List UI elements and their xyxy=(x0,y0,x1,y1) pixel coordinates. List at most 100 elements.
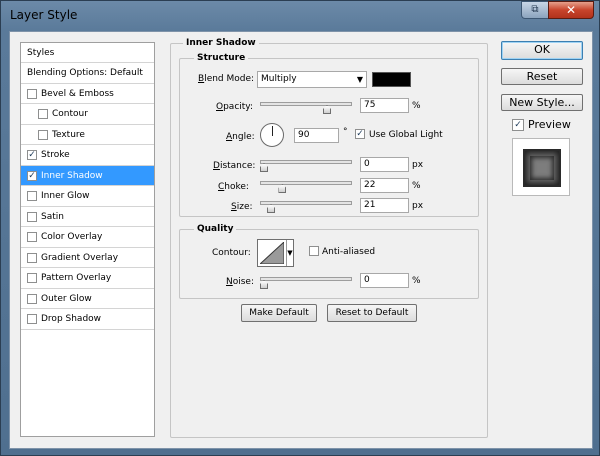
style-item-blending-options-default[interactable]: Blending Options: Default xyxy=(21,63,154,84)
title-bar[interactable]: Layer Style ⧉ ✕ xyxy=(1,1,599,31)
size-unit: px xyxy=(412,201,424,211)
choke-slider-thumb[interactable] xyxy=(278,184,287,193)
ok-button[interactable]: OK xyxy=(501,41,583,60)
chevron-down-icon: ▼ xyxy=(286,240,293,266)
style-item-contour[interactable]: Contour xyxy=(21,104,154,125)
preview-swatch xyxy=(523,149,561,187)
style-item-label: Contour xyxy=(52,109,88,119)
style-item-satin[interactable]: Satin xyxy=(21,207,154,227)
blend-mode-select[interactable]: Multiply ▼ xyxy=(257,71,367,88)
anti-aliased-checkbox[interactable] xyxy=(309,246,319,256)
angle-unit: ° xyxy=(343,127,348,137)
style-item-bevel-emboss[interactable]: Bevel & Emboss xyxy=(21,84,154,104)
structure-group: Structure Blend Mode: Multiply ▼ Opacity… xyxy=(179,53,479,217)
distance-label: Distance: xyxy=(213,161,256,171)
size-input[interactable]: 21 xyxy=(360,198,409,213)
distance-unit: px xyxy=(412,160,424,170)
style-checkbox[interactable]: ✓ xyxy=(27,150,37,160)
structure-title: Structure xyxy=(194,53,249,63)
style-checkbox[interactable] xyxy=(27,191,37,201)
noise-slider[interactable] xyxy=(260,277,352,281)
style-item-label: Texture xyxy=(52,129,85,140)
opacity-slider[interactable] xyxy=(260,102,352,106)
angle-label: Angle: xyxy=(226,132,255,142)
style-item-label: Inner Glow xyxy=(41,191,90,201)
shadow-color-swatch[interactable] xyxy=(372,72,411,87)
size-slider[interactable] xyxy=(260,201,352,205)
close-button[interactable]: ✕ xyxy=(548,1,594,19)
size-slider-thumb[interactable] xyxy=(267,204,276,213)
style-checkbox[interactable] xyxy=(27,314,37,324)
style-checkbox[interactable] xyxy=(27,273,37,283)
choke-input[interactable]: 22 xyxy=(360,178,409,193)
opacity-input[interactable]: 75 xyxy=(360,98,409,113)
layer-style-dialog: Layer Style ⧉ ✕ Styles Blending Options:… xyxy=(0,0,600,456)
style-item-inner-shadow[interactable]: ✓ Inner Shadow xyxy=(21,165,154,186)
style-checkbox[interactable] xyxy=(38,129,48,140)
style-checkbox[interactable] xyxy=(27,88,37,99)
opacity-label: Opacity: xyxy=(216,102,254,112)
style-item-label: Inner Shadow xyxy=(41,170,103,181)
close-icon: ✕ xyxy=(565,3,577,17)
style-item-label: Drop Shadow xyxy=(41,314,102,324)
style-item-label: Color Overlay xyxy=(41,232,103,242)
style-checkbox[interactable] xyxy=(27,232,37,242)
choke-unit: % xyxy=(412,181,421,191)
noise-input[interactable]: 0 xyxy=(360,273,409,288)
style-item-stroke[interactable]: ✓ Stroke xyxy=(21,145,154,166)
style-item-label: Stroke xyxy=(41,150,70,160)
style-item-label: Satin xyxy=(41,211,64,222)
inner-shadow-group: Inner Shadow Structure Blend Mode: Multi… xyxy=(170,38,488,438)
styles-header[interactable]: Styles xyxy=(21,43,154,63)
choke-slider[interactable] xyxy=(260,181,352,185)
new-style-button[interactable]: New Style... xyxy=(501,94,583,111)
noise-label: Noise: xyxy=(226,277,254,287)
opacity-unit: % xyxy=(412,101,421,111)
contour-label: Contour: xyxy=(212,248,251,258)
help-button[interactable]: ⧉ xyxy=(521,1,549,19)
style-preview xyxy=(512,138,570,196)
style-item-label: Outer Glow xyxy=(41,293,92,304)
style-item-gradient-overlay[interactable]: Gradient Overlay xyxy=(21,248,154,268)
blend-mode-label: Blend Mode: xyxy=(198,74,255,84)
dialog-body: Styles Blending Options: Default Bevel & … xyxy=(9,31,593,449)
chevron-down-icon: ▼ xyxy=(356,75,363,84)
use-global-light-label: Use Global Light xyxy=(369,130,443,140)
style-item-texture[interactable]: Texture xyxy=(21,125,154,145)
reset-button[interactable]: Reset xyxy=(501,68,583,85)
inner-shadow-title: Inner Shadow xyxy=(183,38,259,48)
distance-input[interactable]: 0 xyxy=(360,157,409,172)
quality-group: Quality Contour: ▼ Anti-aliased Noise: 0… xyxy=(179,224,479,299)
style-checkbox[interactable] xyxy=(27,252,37,263)
style-item-label: Bevel & Emboss xyxy=(41,88,114,99)
noise-slider-thumb[interactable] xyxy=(260,280,268,289)
style-item-color-overlay[interactable]: Color Overlay xyxy=(21,227,154,248)
style-item-outer-glow[interactable]: Outer Glow xyxy=(21,289,154,309)
style-item-drop-shadow[interactable]: Drop Shadow xyxy=(21,309,154,330)
distance-slider-thumb[interactable] xyxy=(260,163,268,172)
anti-aliased-label: Anti-aliased xyxy=(322,247,376,257)
style-item-label: Blending Options: Default xyxy=(27,68,143,78)
style-checkbox[interactable] xyxy=(27,211,37,222)
style-checkbox[interactable] xyxy=(27,293,37,304)
window-title: Layer Style xyxy=(10,8,78,22)
style-item-inner-glow[interactable]: Inner Glow xyxy=(21,186,154,207)
angle-input[interactable]: 90 xyxy=(294,128,339,143)
distance-slider[interactable] xyxy=(260,160,352,164)
preview-checkbox[interactable]: ✓ xyxy=(512,119,524,131)
opacity-slider-thumb[interactable] xyxy=(323,105,331,114)
choke-label: Choke: xyxy=(218,182,249,192)
style-checkbox[interactable] xyxy=(38,109,48,119)
style-checkbox[interactable]: ✓ xyxy=(27,170,37,181)
contour-picker[interactable]: ▼ xyxy=(257,239,294,267)
reset-to-default-button[interactable]: Reset to Default xyxy=(327,304,417,322)
use-global-light-checkbox[interactable]: ✓ xyxy=(355,129,365,139)
style-item-label: Pattern Overlay xyxy=(41,273,112,283)
make-default-button[interactable]: Make Default xyxy=(241,304,317,322)
angle-dial[interactable] xyxy=(260,123,284,147)
styles-list: Styles Blending Options: Default Bevel & … xyxy=(20,42,155,437)
preview-label: Preview xyxy=(528,118,571,131)
help-icon: ⧉ xyxy=(531,4,539,15)
style-item-label: Gradient Overlay xyxy=(41,252,119,263)
style-item-pattern-overlay[interactable]: Pattern Overlay xyxy=(21,268,154,289)
